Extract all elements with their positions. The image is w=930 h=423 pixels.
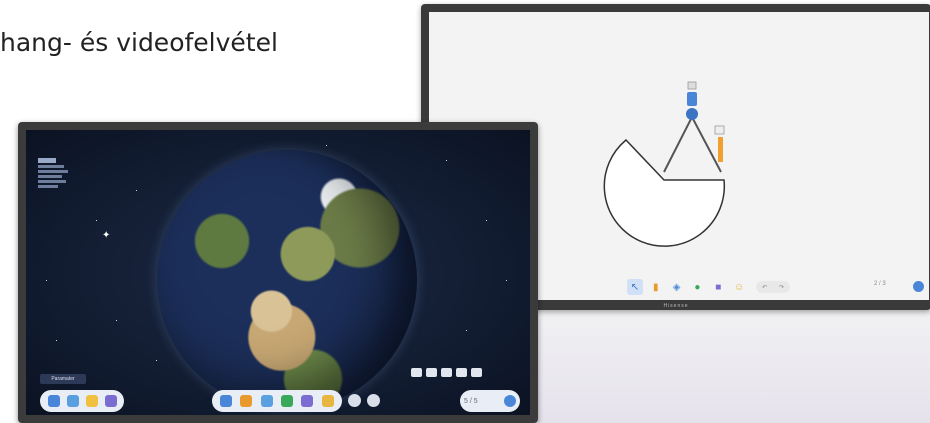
undo-button[interactable] — [348, 394, 361, 407]
earth-screen[interactable]: ✦ ✦ Paramater — [26, 130, 530, 415]
brand-logo: Hisense — [663, 303, 689, 309]
view-control-button[interactable] — [411, 368, 422, 377]
menu-icon[interactable] — [47, 395, 60, 407]
pen-icon[interactable]: ▮ — [648, 279, 664, 295]
pen-icon[interactable] — [240, 395, 253, 407]
compass-tool-icon[interactable]: ■ — [710, 279, 726, 295]
parameter-button[interactable]: Paramater — [40, 374, 86, 384]
eraser-icon[interactable] — [260, 395, 273, 407]
color-icon[interactable] — [301, 395, 314, 407]
page-indicator: 5 / 5 — [464, 397, 478, 405]
compass-pencil — [718, 137, 723, 162]
whiteboard-toolbar: ↖ ▮ ◈ ● ■ ☺ — [627, 276, 747, 298]
star-sparkle-icon: ✦ — [102, 230, 111, 241]
compass-handle[interactable] — [687, 81, 697, 90]
compass-pencil-holder[interactable] — [714, 125, 725, 135]
view-control-button[interactable] — [441, 368, 452, 377]
more-icon[interactable]: ☺ — [731, 279, 747, 295]
select-icon[interactable] — [220, 395, 233, 407]
display-stand — [538, 310, 930, 423]
compass-right-leg — [691, 116, 722, 173]
earth-globe[interactable] — [157, 150, 417, 410]
page-dock: 5 / 5 — [460, 390, 520, 412]
add-page-button[interactable] — [913, 281, 924, 292]
left-display: ✦ ✦ Paramater — [18, 122, 538, 423]
shape-icon[interactable] — [281, 395, 294, 407]
drawn-sector — [603, 138, 726, 247]
eraser-icon[interactable]: ◈ — [669, 279, 685, 295]
planet-info-panel — [38, 158, 68, 188]
redo-icon[interactable]: ↷ — [779, 284, 784, 291]
document-icon[interactable] — [104, 395, 117, 407]
redo-button[interactable] — [367, 394, 380, 407]
shape-icon[interactable]: ● — [689, 279, 705, 295]
undo-redo-pill[interactable]: ↶ ↷ — [756, 281, 790, 293]
more-icon[interactable] — [321, 395, 334, 407]
view-control-button[interactable] — [426, 368, 437, 377]
view-controls — [411, 368, 482, 377]
tool-dock — [212, 390, 342, 412]
select-icon[interactable]: ↖ — [627, 279, 643, 295]
undo-icon[interactable]: ↶ — [762, 284, 767, 291]
view-control-button[interactable] — [456, 368, 467, 377]
compass-head[interactable] — [687, 92, 697, 106]
folder-icon[interactable] — [85, 395, 98, 407]
globe-icon[interactable] — [66, 395, 79, 407]
left-dock — [40, 390, 124, 412]
view-control-button[interactable] — [471, 368, 482, 377]
page-indicator: 2 / 3 — [874, 281, 886, 287]
compass-pivot[interactable] — [686, 108, 698, 120]
add-page-button[interactable] — [504, 395, 516, 407]
compass-left-leg — [663, 116, 693, 173]
headline: hang- és videofelvétel — [0, 28, 278, 57]
